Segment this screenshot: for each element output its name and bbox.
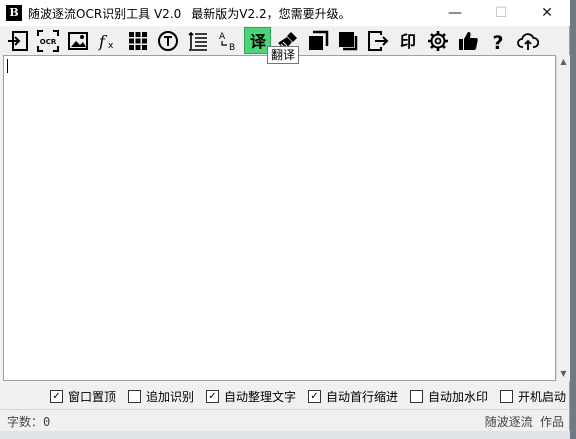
gear-icon (427, 30, 448, 51)
translate-icon: 译 (249, 32, 266, 51)
option-label: 自动整理文字 (224, 389, 297, 404)
option-label: 自动首行缩进 (326, 389, 399, 404)
settings-button[interactable] (424, 27, 451, 54)
ab-button[interactable]: AB (214, 27, 241, 54)
char-count-value: 0 (43, 415, 51, 429)
options-bar: ✓ 窗口置顶 追加识别 ✓ 自动整理文字 ✓ 自动首行缩进 自动加水印 开机启动 (0, 386, 570, 406)
option-append-ocr[interactable]: 追加识别 (128, 386, 194, 406)
scroll-up-icon[interactable]: ▲ (557, 55, 570, 69)
window-title: 随波逐流OCR识别工具 V2.0 最新版为V2.2，您需要升级。 (28, 5, 351, 22)
checkbox-always-on-top[interactable]: ✓ (50, 389, 63, 403)
svg-text:A: A (219, 32, 226, 42)
like-button[interactable] (454, 27, 481, 54)
stamp-icon: 印 (399, 32, 415, 51)
svg-text:?: ? (492, 32, 503, 52)
option-label: 窗口置顶 (68, 389, 117, 404)
option-auto-format[interactable]: ✓ 自动整理文字 (206, 386, 296, 406)
ab-icon: AB (219, 32, 235, 52)
status-bar: 字数：0 随波逐流 作品 (0, 409, 570, 432)
svg-text:f: f (98, 32, 108, 51)
help-button[interactable]: ? (484, 27, 511, 54)
stamp-button[interactable]: 印 (394, 27, 421, 54)
option-auto-indent[interactable]: ✓ 自动首行缩进 (308, 386, 398, 406)
window-back-button[interactable] (334, 27, 361, 54)
update-notice: 最新版为V2.2，您需要升级。 (191, 7, 351, 21)
app-logo-icon: B (6, 5, 22, 21)
formula-icon: fx (98, 32, 114, 51)
grid-icon (128, 31, 147, 50)
window-back-icon (338, 31, 357, 50)
option-label: 追加识别 (146, 389, 195, 404)
window-front-button[interactable] (304, 27, 331, 54)
option-always-on-top[interactable]: ✓ 窗口置顶 (50, 386, 116, 406)
char-count: 字数：0 (7, 413, 50, 430)
exit-icon (367, 30, 388, 51)
text-editor[interactable] (3, 55, 556, 381)
maximize-button[interactable]: ☐ (478, 0, 524, 26)
text-button[interactable] (154, 27, 181, 54)
import-button[interactable] (4, 27, 31, 54)
translate-tooltip: 翻译 (267, 46, 300, 64)
window-front-icon (308, 30, 328, 50)
svg-text:译: 译 (249, 32, 266, 51)
svg-text:印: 印 (399, 32, 415, 51)
close-button[interactable]: ✕ (524, 0, 570, 26)
app-window: B 随波逐流OCR识别工具 V2.0 最新版为V2.2，您需要升级。 — ☐ ✕ … (0, 0, 570, 439)
option-launch-on-boot[interactable]: 开机启动 (500, 386, 566, 406)
image-icon (67, 31, 88, 50)
vertical-scrollbar[interactable]: ▲ ▼ (556, 55, 570, 381)
text-caret (7, 59, 8, 73)
checkbox-auto-format[interactable]: ✓ (206, 389, 219, 403)
app-title: 随波逐流OCR识别工具 V2.0 (28, 7, 182, 21)
ocr-icon: OCR (36, 29, 59, 52)
import-icon (7, 30, 28, 51)
window-bottom-edge (0, 431, 570, 439)
checkbox-launch-on-boot[interactable] (500, 389, 513, 403)
checkbox-auto-indent[interactable]: ✓ (308, 389, 321, 403)
image-button[interactable] (64, 27, 91, 54)
align-icon (187, 31, 207, 51)
align-button[interactable] (184, 27, 211, 54)
option-auto-watermark[interactable]: 自动加水印 (410, 386, 488, 406)
exit-button[interactable] (364, 27, 391, 54)
thumbs-up-icon (458, 31, 478, 50)
cloud-upload-icon (516, 32, 539, 50)
upload-button[interactable] (514, 27, 541, 54)
minimize-button[interactable]: — (432, 0, 478, 26)
svg-text:x: x (108, 41, 114, 51)
ocr-button[interactable]: OCR (34, 27, 61, 54)
checkbox-auto-watermark[interactable] (410, 389, 423, 403)
author-credit: 随波逐流 作品 (484, 415, 564, 429)
grid-button[interactable] (124, 27, 151, 54)
svg-text:OCR: OCR (39, 38, 56, 46)
scroll-down-icon[interactable]: ▼ (557, 367, 570, 381)
option-label: 自动加水印 (428, 389, 489, 404)
char-count-label: 字数： (7, 415, 44, 429)
title-bar[interactable]: B 随波逐流OCR识别工具 V2.0 最新版为V2.2，您需要升级。 — ☐ ✕ (0, 0, 570, 26)
checkbox-append-ocr[interactable] (128, 389, 141, 403)
formula-button[interactable]: fx (94, 27, 121, 54)
option-label: 开机启动 (518, 389, 567, 404)
help-icon: ? (492, 32, 503, 52)
text-icon (157, 30, 178, 51)
svg-text:B: B (229, 43, 235, 52)
